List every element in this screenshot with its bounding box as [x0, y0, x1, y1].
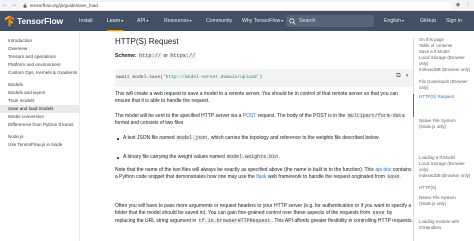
paragraph-1: This will create a web request to save a…	[115, 91, 398, 105]
toc-divider	[413, 38, 414, 241]
browser-toolbar: ← → tensorflow.org/js/guide/save_load ◉ …	[0, 0, 474, 11]
dark-mode-icon[interactable]: ◐	[404, 73, 411, 80]
brand-name[interactable]: TensorFlow	[17, 16, 63, 26]
nav-resources[interactable]: Resources▾	[164, 11, 192, 31]
list-item: A text JSON file named model.json, which…	[117, 135, 413, 142]
api-doc-link[interactable]: api doc	[375, 167, 391, 173]
extension-icon[interactable]: ◉	[455, 2, 461, 9]
sidebar-item-overview[interactable]: Overview	[0, 45, 80, 53]
toc-item[interactable]: Save a tf.Model	[419, 49, 473, 55]
paragraph-3: Note that the name of the two files will…	[115, 167, 412, 181]
language-select[interactable]: English▾	[384, 11, 404, 31]
toc-active-marker	[413, 94, 414, 117]
scheme-https: https://	[169, 53, 197, 59]
scheme-or: or	[163, 53, 168, 59]
copy-code-icon[interactable]: ⧉	[395, 73, 402, 80]
chevron-down-icon: ▾	[189, 18, 192, 23]
toc-item[interactable]: Table of contents	[419, 43, 473, 49]
lock-icon	[23, 3, 27, 8]
table-of-contents: On this page Table of contents Save a tf…	[413, 31, 474, 241]
toc-item[interactable]: Loading models with IOHandlers	[419, 219, 473, 230]
toc-item[interactable]: HTTP(S)	[419, 185, 473, 191]
paragraph-2: The model will be sent to the specified …	[115, 113, 406, 127]
search-placeholder: Search	[299, 18, 316, 24]
toc-on-this-page: On this page	[419, 37, 444, 42]
sidebar-item-tensors[interactable]: Tensors and operations	[0, 53, 80, 61]
sidebar-item-save-load[interactable]: Save and load models	[0, 105, 80, 113]
sign-in-link[interactable]: Sign in	[446, 11, 462, 31]
address-bar[interactable]: tensorflow.org/js/guide/save_load	[20, 1, 452, 10]
code-line: await model.save('http://model-server.do…	[116, 74, 263, 80]
sidebar-item-model-conversion[interactable]: Model conversion	[0, 113, 80, 121]
menu-dots-icon[interactable]: ⋮	[465, 2, 471, 9]
nav-install[interactable]: Install	[79, 11, 93, 31]
toc-item[interactable]: File Downloads (Browser only)	[419, 79, 473, 90]
forward-arrow-icon[interactable]: →	[11, 2, 17, 9]
chevron-down-icon: ▾	[402, 18, 405, 23]
list-item: A binary file carrying the weight values…	[117, 154, 413, 161]
nav-community[interactable]: Community	[206, 11, 232, 31]
paragraph-4: Often you will have to pass more argumen…	[115, 203, 413, 224]
sidebar-item-nodejs[interactable]: Node.js	[0, 133, 80, 141]
sidebar-item-differences[interactable]: Differences from Python tf.keras	[0, 121, 80, 129]
section-heading: HTTP(S) Request	[115, 37, 179, 46]
chevron-down-icon: ▾	[281, 18, 284, 23]
nav-why-tensorflow[interactable]: Why TensorFlow▾	[242, 11, 283, 31]
toc-item[interactable]: IndexedDB (Browser only)	[419, 67, 473, 73]
scheme-label: Scheme:	[115, 53, 137, 59]
site-header: TensorFlow Install Learn▾ API▾ Resources…	[0, 11, 474, 31]
chevron-down-icon: ▾	[121, 18, 124, 23]
sidebar-item-train-models[interactable]: Train models	[0, 97, 80, 105]
toc-item[interactable]: Native File System (Node.js only)	[419, 118, 473, 129]
left-nav: Introduction Overview Tensors and operat…	[0, 31, 80, 241]
toc-item-active[interactable]: HTTP(S) Request	[419, 94, 473, 100]
code-block: await model.save('http://model-server.do…	[115, 69, 413, 87]
github-link[interactable]: GitHub	[420, 11, 436, 31]
sidebar-item-use-in-node[interactable]: Use TensorFlow.js in Node	[0, 141, 80, 149]
tensorflow-logo-icon[interactable]	[4, 15, 15, 27]
sidebar-item-introduction[interactable]: Introduction	[0, 37, 80, 45]
toc-item[interactable]: Local Storage (Browser only)	[419, 55, 473, 66]
toc-item[interactable]: IndexedDB (Browser only)	[419, 173, 473, 179]
toc-item[interactable]: Loading a tf.Model	[419, 155, 473, 161]
sidebar-item-models-layers[interactable]: Models and layers	[0, 89, 80, 97]
scheme-http: http://	[138, 53, 162, 59]
sidebar-item-platform[interactable]: Platform and environment	[0, 61, 80, 69]
main-content: HTTP(S) Request Scheme: http:// or https…	[80, 31, 413, 241]
sidebar-item-custom-ops[interactable]: Custom Ops, Kernels & Gradients	[0, 69, 80, 77]
nav-learn[interactable]: Learn▾	[107, 11, 124, 31]
chevron-down-icon: ▾	[146, 18, 149, 23]
back-arrow-icon[interactable]: ←	[2, 2, 8, 9]
search-icon	[289, 17, 296, 25]
scheme-line: Scheme: http:// or https://	[115, 53, 197, 59]
sidebar-item-models[interactable]: Models	[0, 81, 80, 89]
toc-item[interactable]: Local Storage (Browser only)	[419, 161, 473, 172]
search-input[interactable]: Search	[286, 15, 374, 27]
post-link[interactable]: POST	[243, 113, 257, 119]
toc-item[interactable]: Native File System (Node.js only)	[419, 195, 473, 206]
flask-link[interactable]: flask	[256, 174, 266, 180]
nav-api[interactable]: API▾	[137, 11, 148, 31]
url-text: tensorflow.org/js/guide/save_load	[30, 2, 98, 8]
